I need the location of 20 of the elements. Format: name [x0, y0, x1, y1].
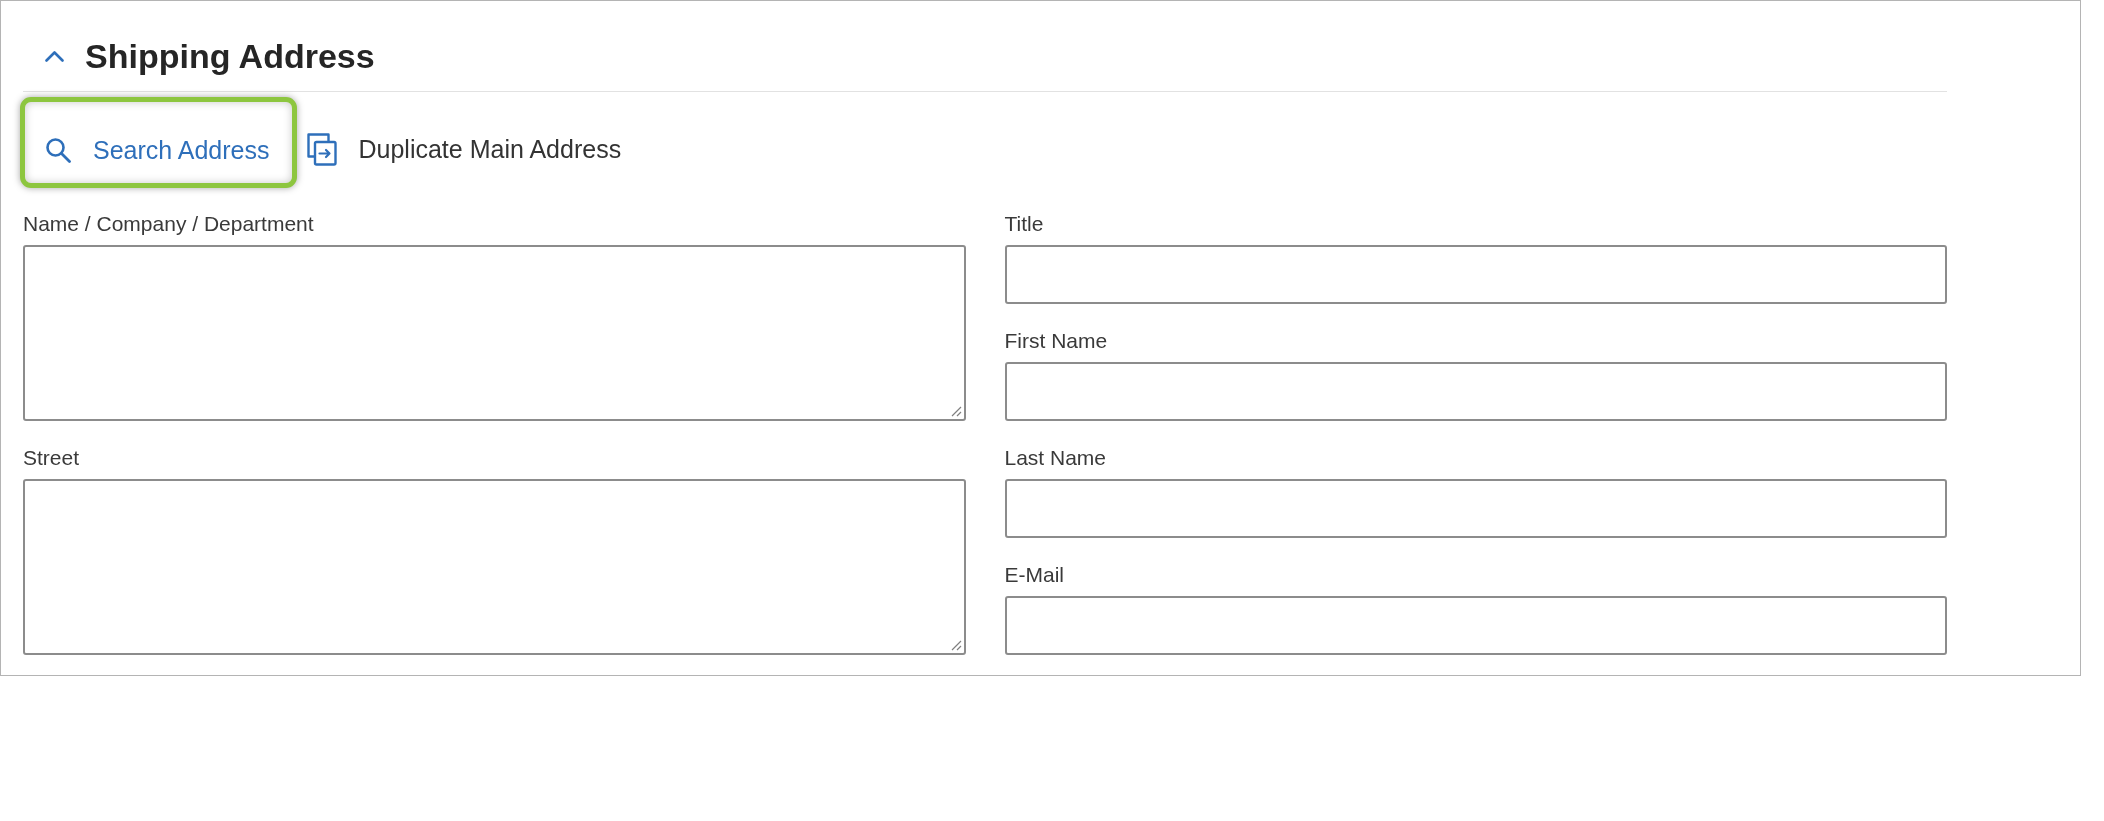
field-label: First Name: [1004, 329, 1109, 353]
resize-grip-icon[interactable]: [949, 639, 962, 651]
chevron-icon[interactable]: [45, 50, 64, 62]
section-title: Shipping Address: [85, 36, 375, 76]
input-field[interactable]: [1004, 245, 1947, 304]
field-label: Street: [23, 446, 81, 470]
textarea-field[interactable]: [23, 479, 966, 655]
input-field[interactable]: [1004, 362, 1947, 421]
textarea-field[interactable]: [23, 245, 966, 421]
field-label: Title: [1004, 212, 1045, 236]
field-label: Last Name: [1004, 446, 1108, 470]
duplicate-icon: [306, 132, 337, 166]
resize-grip-icon[interactable]: [949, 405, 962, 417]
field-label: E-Mail: [1004, 563, 1065, 587]
duplicate-address-button[interactable]: Duplicate Main Address: [306, 132, 622, 166]
search-address-button[interactable]: Search Address: [20, 97, 297, 188]
field-label: Name / Company / Department: [23, 212, 315, 236]
input-field[interactable]: [1004, 479, 1947, 538]
input-field[interactable]: [1004, 596, 1947, 655]
search-icon: [45, 136, 71, 163]
